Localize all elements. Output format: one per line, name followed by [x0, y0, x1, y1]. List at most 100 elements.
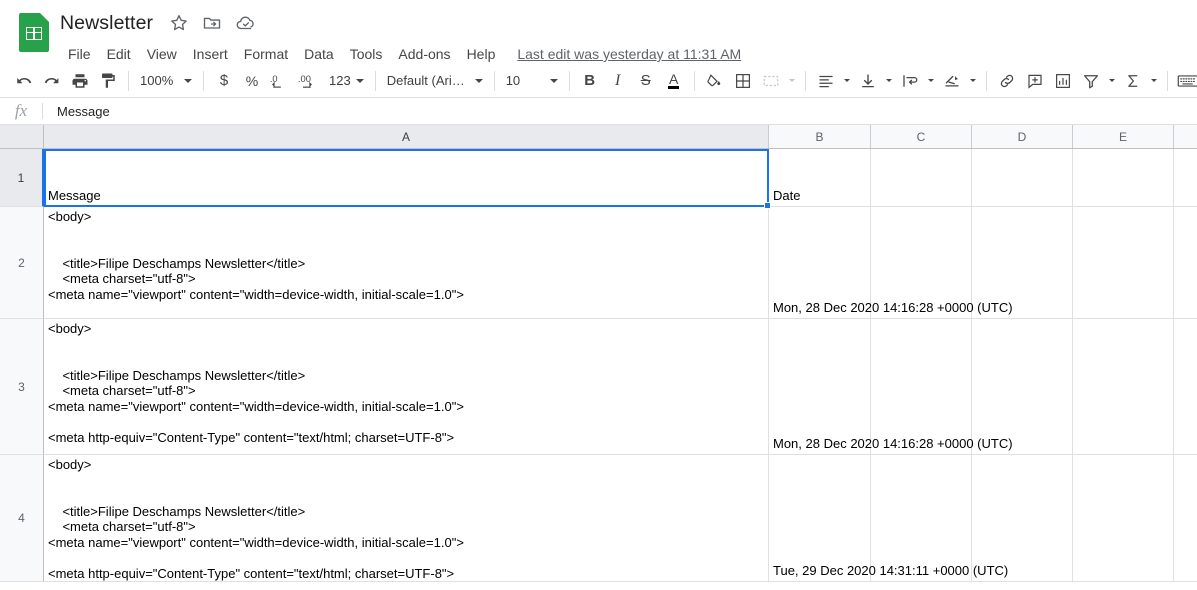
chevron-down-icon [474, 78, 483, 83]
row-header-4[interactable]: 4 [0, 455, 44, 582]
select-all-corner[interactable] [0, 125, 44, 148]
toolbar-separator [1166, 70, 1168, 91]
title-row: Newsletter [60, 8, 741, 38]
grid-rows: 1 Message Date 2 <body> <title>Filipe De… [0, 149, 1197, 582]
menu-item-insert[interactable]: Insert [185, 43, 236, 65]
table-row: 3 <body> <title>Filipe Deschamps Newslet… [0, 319, 1197, 455]
cell-e4[interactable] [1073, 455, 1174, 582]
cell-e2[interactable] [1073, 207, 1174, 319]
formula-input[interactable]: Message [43, 98, 1197, 124]
cell-d3[interactable] [972, 319, 1073, 455]
borders-icon[interactable] [729, 67, 757, 95]
vertical-align-dropdown[interactable] [882, 67, 896, 95]
menu-item-add-ons[interactable]: Add-ons [390, 43, 458, 65]
keyboard-input-tools-icon[interactable] [1174, 67, 1197, 95]
text-color-button[interactable]: A [660, 67, 688, 95]
column-header-e[interactable]: E [1073, 125, 1174, 148]
column-header-b[interactable]: B [769, 125, 871, 148]
vertical-align-icon[interactable] [854, 67, 882, 95]
document-title[interactable]: Newsletter [60, 11, 169, 35]
more-formats-selector[interactable]: 123 [324, 68, 369, 94]
text-wrap-icon[interactable] [896, 67, 924, 95]
fill-color-icon[interactable] [701, 67, 729, 95]
font-family-selector[interactable]: Default (Ari… [382, 68, 488, 94]
toolbar-separator [374, 70, 376, 91]
chevron-down-icon [969, 79, 976, 82]
cell-b1[interactable]: Date [769, 149, 871, 207]
cell-f1[interactable] [1174, 149, 1197, 207]
menu-item-tools[interactable]: Tools [342, 43, 391, 65]
row-header-2[interactable]: 2 [0, 207, 44, 319]
horizontal-align-dropdown[interactable] [840, 67, 854, 95]
insert-link-icon[interactable] [993, 67, 1021, 95]
cell-c1[interactable] [871, 149, 972, 207]
filter-icon[interactable] [1077, 67, 1105, 95]
svg-text:.0: .0 [270, 73, 278, 83]
text-wrap-dropdown[interactable] [924, 67, 938, 95]
insert-chart-icon[interactable] [1049, 67, 1077, 95]
column-header-f[interactable] [1174, 125, 1197, 148]
move-to-folder-icon[interactable] [202, 13, 222, 33]
merge-cells-icon[interactable] [757, 67, 785, 95]
chevron-down-icon [1150, 79, 1157, 82]
cell-c3[interactable] [871, 319, 972, 455]
cell-a1[interactable]: Message [44, 149, 769, 207]
cell-a4[interactable]: <body> <title>Filipe Deschamps Newslette… [44, 455, 769, 582]
font-size-selector[interactable]: 10 [501, 68, 563, 94]
undo-icon[interactable] [10, 67, 38, 95]
percent-format-button[interactable]: % [238, 67, 266, 95]
row-header-3[interactable]: 3 [0, 319, 44, 455]
cell-b3[interactable]: Mon, 28 Dec 2020 14:16:28 +0000 (UTC) [769, 319, 1013, 455]
formula-bar: fx Message [0, 98, 1197, 125]
merge-cells-dropdown[interactable] [785, 67, 799, 95]
cell-e3[interactable] [1073, 319, 1174, 455]
menu-item-data[interactable]: Data [296, 43, 342, 65]
text-rotation-dropdown[interactable] [966, 67, 980, 95]
cell-f4[interactable] [1174, 455, 1197, 582]
chevron-down-icon [184, 78, 192, 83]
filter-dropdown[interactable] [1105, 67, 1119, 95]
row-header-1[interactable]: 1 [0, 149, 44, 207]
menu-item-format[interactable]: Format [236, 43, 296, 65]
cell-f2[interactable] [1174, 207, 1197, 319]
title-icons [169, 13, 255, 33]
italic-button[interactable]: I [604, 67, 632, 95]
cell-a3[interactable]: <body> <title>Filipe Deschamps Newslette… [44, 319, 769, 455]
column-header-a[interactable]: A [44, 125, 769, 148]
svg-text:.00: .00 [298, 72, 311, 83]
cell-d1[interactable] [972, 149, 1073, 207]
last-edit-link[interactable]: Last edit was yesterday at 11:31 AM [517, 45, 741, 63]
column-header-d[interactable]: D [972, 125, 1073, 148]
insert-comment-icon[interactable] [1021, 67, 1049, 95]
sigma-functions-icon[interactable] [1119, 67, 1147, 95]
currency-format-button[interactable]: $ [210, 67, 238, 95]
menu-item-file[interactable]: File [60, 43, 99, 65]
menu-item-help[interactable]: Help [459, 43, 504, 65]
cell-b4[interactable]: Tue, 29 Dec 2020 14:31:11 +0000 (UTC) [769, 455, 1008, 582]
menu-item-view[interactable]: View [139, 43, 185, 65]
functions-dropdown[interactable] [1147, 67, 1161, 95]
bold-button[interactable]: B [576, 67, 604, 95]
cloud-saved-icon[interactable] [235, 13, 255, 33]
cell-f3[interactable] [1174, 319, 1197, 455]
zoom-selector[interactable]: 100% [135, 68, 197, 94]
toolbar-separator [128, 70, 129, 91]
increase-decimal-button[interactable]: .00 [294, 67, 324, 95]
column-header-c[interactable]: C [871, 125, 972, 148]
toolbar-separator [568, 70, 570, 91]
cell-a2[interactable]: <body> <title>Filipe Deschamps Newslette… [44, 207, 769, 319]
redo-icon[interactable] [38, 67, 66, 95]
cell-e1[interactable] [1073, 149, 1174, 207]
paint-format-icon[interactable] [94, 67, 122, 95]
cell-b2[interactable]: Mon, 28 Dec 2020 14:16:28 +0000 (UTC) [769, 207, 1013, 319]
zoom-value: 100% [140, 73, 174, 88]
horizontal-align-icon[interactable] [812, 67, 840, 95]
text-rotation-icon[interactable] [938, 67, 966, 95]
star-icon[interactable] [169, 13, 189, 33]
toolbar-separator [985, 70, 987, 91]
menu-item-edit[interactable]: Edit [99, 43, 139, 65]
google-sheets-logo[interactable] [18, 12, 50, 52]
strikethrough-button[interactable]: S [632, 67, 660, 95]
decrease-decimal-button[interactable]: .0 [266, 67, 294, 95]
print-icon[interactable] [66, 67, 94, 95]
